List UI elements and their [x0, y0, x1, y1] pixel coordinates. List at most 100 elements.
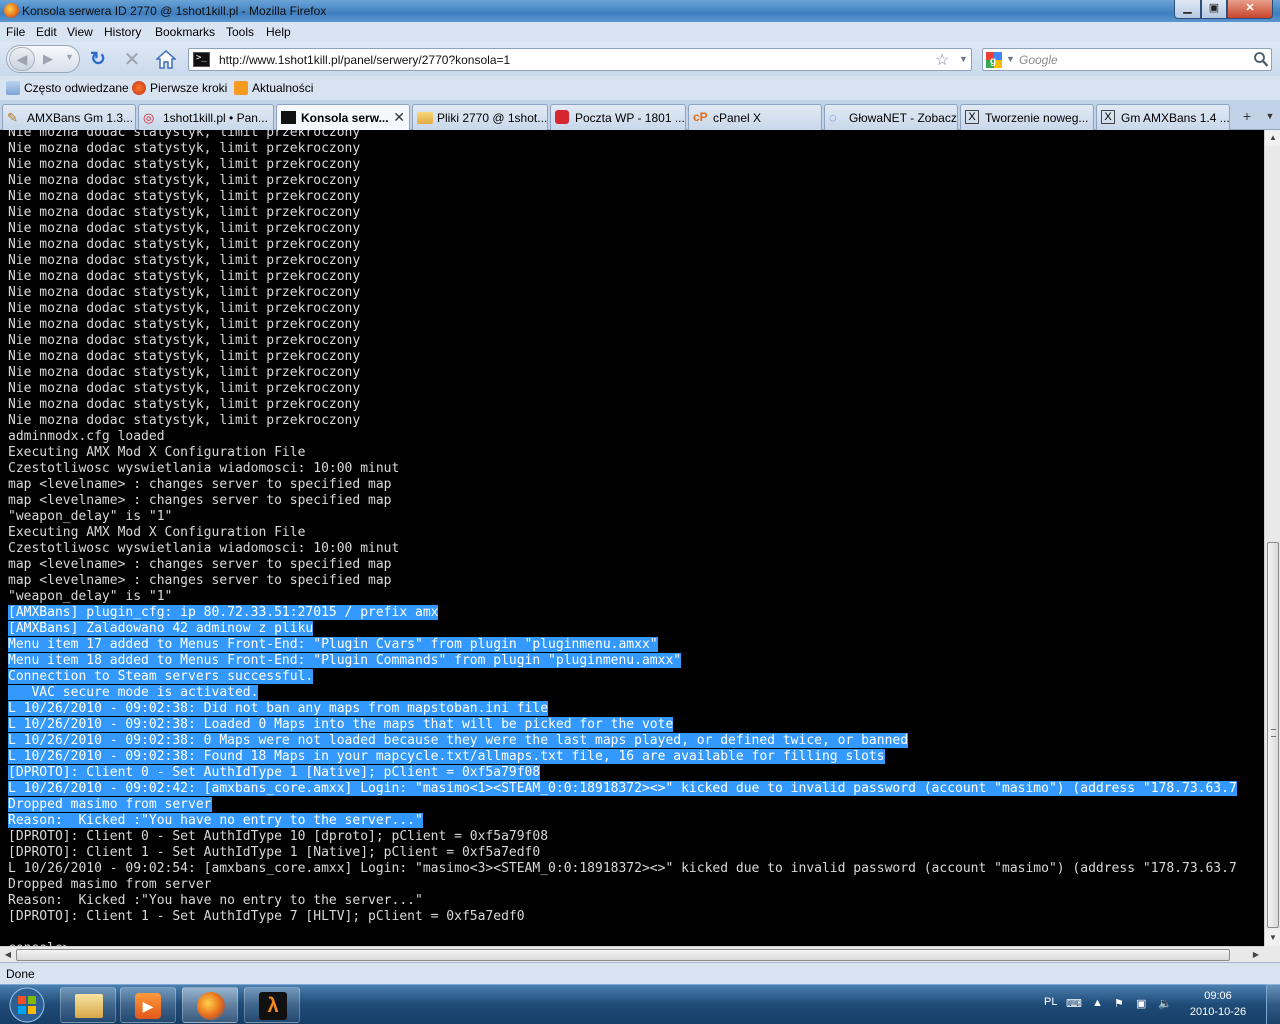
- volume-icon[interactable]: 🔈: [1158, 997, 1172, 1011]
- show-hidden-icons-icon[interactable]: ▲: [1092, 997, 1106, 1011]
- menu-bookmarks[interactable]: Bookmarks: [155, 25, 215, 39]
- tab-1shot1kill-panel[interactable]: ◎ 1shot1kill.pl • Pan...: [138, 104, 274, 130]
- tab-cpanel[interactable]: cP cPanel X: [688, 104, 822, 130]
- search-icon[interactable]: [1253, 51, 1269, 69]
- bookmark-czesto-odwiedzane[interactable]: Często odwiedzane: [6, 81, 129, 95]
- clock-time[interactable]: 09:06: [1186, 990, 1250, 1002]
- menu-tools[interactable]: Tools: [226, 25, 254, 39]
- console-line: Nie mozna dodac statystyk, limit przekro…: [8, 349, 361, 364]
- start-button[interactable]: [2, 986, 52, 1024]
- close-window-button[interactable]: ✕: [1227, 0, 1273, 19]
- tab-poczta-wp[interactable]: Poczta WP - 1801 ...: [550, 104, 686, 130]
- console-line: L 10/26/2010 - 09:02:38: Found 18 Maps i…: [8, 749, 885, 764]
- keyboard-icon[interactable]: ⌨: [1066, 997, 1082, 1011]
- console-line: [DPROTO]: Client 0 - Set AuthIdType 10 […: [8, 829, 549, 844]
- status-bar: Done: [0, 962, 1280, 984]
- scroll-right-arrow-icon[interactable]: ▶: [1248, 947, 1264, 963]
- close-tab-icon[interactable]: ✕: [393, 109, 405, 126]
- stop-button[interactable]: ✕: [122, 49, 142, 71]
- scroll-left-arrow-icon[interactable]: ◀: [0, 947, 16, 963]
- system-tray: PL ⌨ ▲ ⚑ ▣ 🔈 09:06 2010-10-26: [1036, 985, 1280, 1024]
- home-icon: [156, 49, 176, 69]
- bookmark-star-icon[interactable]: ☆: [935, 50, 949, 70]
- tab-gm-amxbans-14[interactable]: X Gm AMXBans 1.4 ...: [1096, 104, 1230, 130]
- console-line: VAC secure mode is activated.: [8, 685, 259, 700]
- list-all-tabs-icon[interactable]: ▼: [1262, 104, 1278, 128]
- taskbar-half-life[interactable]: λ: [244, 987, 300, 1023]
- menu-file[interactable]: File: [6, 25, 25, 39]
- maximize-button[interactable]: ▣: [1201, 0, 1227, 19]
- vertical-scroll-thumb[interactable]: [1267, 542, 1279, 928]
- tab-bar: ✎ AMXBans Gm 1.3... ◎ 1shot1kill.pl • Pa…: [0, 100, 1280, 130]
- tab-konsola-serwera[interactable]: Konsola serw... ✕: [276, 104, 410, 130]
- action-center-flag-icon[interactable]: ⚑: [1114, 997, 1128, 1011]
- console-line: map <levelname> : changes server to spec…: [8, 557, 392, 572]
- tab-pliki-2770[interactable]: Pliki 2770 @ 1shot...: [412, 104, 548, 130]
- navigation-toolbar: ◀ ▶ ▼ ↻ ✕ http://www.1shot1kill.pl/panel…: [0, 42, 1280, 76]
- console-favicon-icon: [193, 52, 210, 67]
- console-line: [AMXBans] Zaladowano 42 adminow z pliku: [8, 621, 314, 636]
- console-output-area[interactable]: Nie mozna dodac statystyk, limit przekro…: [0, 130, 1264, 946]
- minimize-button[interactable]: ▁: [1174, 0, 1201, 19]
- console-log: Nie mozna dodac statystyk, limit przekro…: [8, 130, 1237, 946]
- search-engine-dropdown-icon[interactable]: ▼: [1006, 54, 1015, 64]
- console-line: Nie mozna dodac statystyk, limit przekro…: [8, 397, 361, 412]
- google-icon[interactable]: g: [986, 52, 1002, 68]
- scroll-down-arrow-icon[interactable]: ▼: [1265, 930, 1280, 946]
- status-text: Done: [6, 967, 35, 981]
- new-tab-button[interactable]: +: [1238, 104, 1256, 128]
- console-line: L 10/26/2010 - 09:02:54: [amxbans_core.a…: [8, 861, 1237, 876]
- menu-history[interactable]: History: [104, 25, 141, 39]
- console-line: L 10/26/2010 - 09:02:38: Did not ban any…: [8, 701, 549, 716]
- wp-icon: [555, 110, 569, 124]
- language-indicator[interactable]: PL: [1044, 996, 1057, 1008]
- back-button[interactable]: ◀: [9, 47, 35, 71]
- address-bar[interactable]: http://www.1shot1kill.pl/panel/serwery/2…: [188, 48, 972, 71]
- console-line: Reason: Kicked :"You have no entry to th…: [8, 893, 423, 908]
- console-line: Nie mozna dodac statystyk, limit przekro…: [8, 333, 361, 348]
- menu-edit[interactable]: Edit: [36, 25, 57, 39]
- bookmark-pierwsze-kroki[interactable]: Pierwsze kroki: [132, 81, 227, 95]
- console-line: [DPROTO]: Client 0 - Set AuthIdType 1 [N…: [8, 765, 541, 780]
- scroll-up-arrow-icon[interactable]: ▲: [1265, 130, 1280, 146]
- firefox-logo-icon: [4, 3, 19, 18]
- console-line: [DPROTO]: Client 1 - Set AuthIdType 1 [N…: [8, 845, 541, 860]
- reload-button[interactable]: ↻: [88, 49, 108, 70]
- console-line: Nie mozna dodac statystyk, limit przekro…: [8, 157, 361, 172]
- tab-amxbans-gm[interactable]: ✎ AMXBans Gm 1.3...: [2, 104, 136, 130]
- console-line: Nie mozna dodac statystyk, limit przekro…: [8, 130, 361, 140]
- horizontal-scrollbar[interactable]: ◀ ▶: [0, 946, 1264, 962]
- vertical-scrollbar[interactable]: ▲ ▼: [1264, 130, 1280, 946]
- taskbar-explorer[interactable]: [60, 987, 116, 1023]
- x-icon: X: [1101, 110, 1115, 124]
- console-line: Nie mozna dodac statystyk, limit przekro…: [8, 285, 361, 300]
- rss-icon: [234, 81, 248, 95]
- console-line: Nie mozna dodac statystyk, limit przekro…: [8, 381, 361, 396]
- url-dropdown-icon[interactable]: ▼: [959, 54, 968, 64]
- console-line: Nie mozna dodac statystyk, limit przekro…: [8, 141, 361, 156]
- tab-tworzenie-nowego[interactable]: X Tworzenie noweg...: [960, 104, 1094, 130]
- search-box[interactable]: g ▼ Google: [982, 48, 1272, 71]
- explorer-icon: [75, 994, 103, 1018]
- menu-help[interactable]: Help: [266, 25, 291, 39]
- console-line: adminmodx.cfg loaded: [8, 429, 165, 444]
- forward-button[interactable]: ▶: [43, 51, 53, 67]
- bookmark-folder-icon: [6, 81, 20, 95]
- home-button[interactable]: [155, 48, 177, 70]
- title-bar: Konsola serwera ID 2770 @ 1shot1kill.pl …: [0, 0, 1280, 22]
- clock-date[interactable]: 2010-10-26: [1186, 1006, 1250, 1018]
- show-desktop-button[interactable]: [1266, 984, 1280, 1024]
- history-dropdown-icon[interactable]: ▼: [65, 52, 74, 62]
- firefox-bookmark-icon: [132, 81, 146, 95]
- pen-icon: ✎: [7, 110, 18, 125]
- taskbar-media-player[interactable]: ▶: [120, 987, 176, 1023]
- taskbar-firefox[interactable]: [182, 987, 238, 1023]
- menu-view[interactable]: View: [67, 25, 93, 39]
- tab-glowanet[interactable]: ◌ GłowaNET - Zobacz ...: [824, 104, 958, 130]
- bookmark-aktualnosci[interactable]: Aktualności: [234, 81, 313, 95]
- horizontal-scroll-thumb[interactable]: [16, 949, 1230, 961]
- console-line: "weapon_delay" is "1": [8, 509, 173, 524]
- url-text[interactable]: http://www.1shot1kill.pl/panel/serwery/2…: [219, 53, 510, 67]
- network-icon[interactable]: ▣: [1136, 997, 1150, 1011]
- scrollbar-corner: [1264, 946, 1280, 962]
